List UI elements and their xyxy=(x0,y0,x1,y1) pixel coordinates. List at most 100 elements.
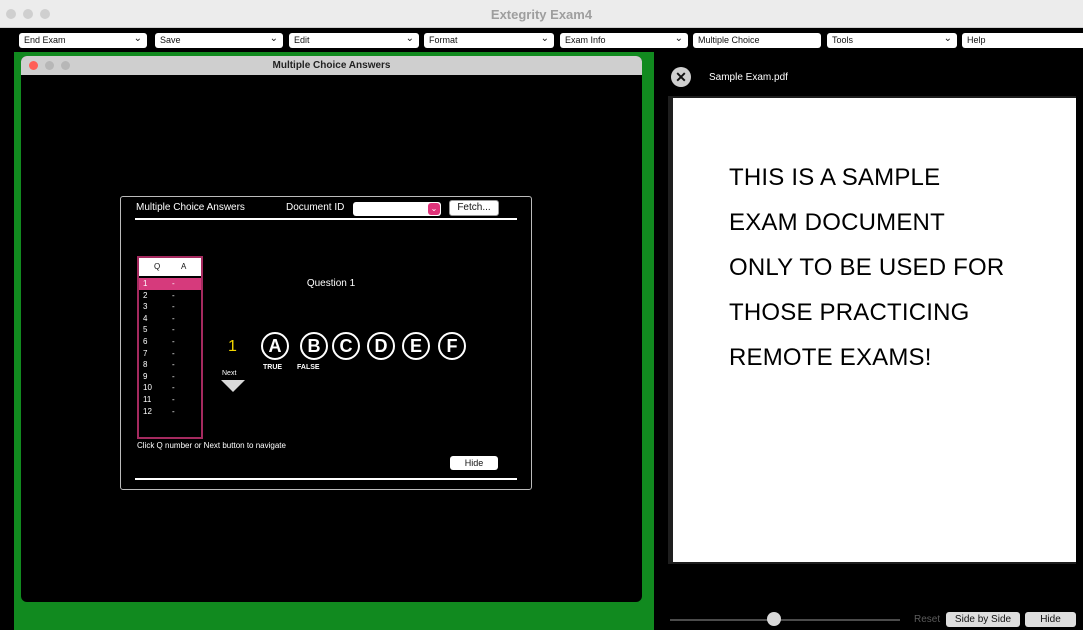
question-number-cell: 5 xyxy=(143,325,148,335)
answer-cell: - xyxy=(172,395,175,404)
qa-list-item[interactable]: 6- xyxy=(139,336,201,348)
chevron-down-icon: ⌄ xyxy=(540,33,549,44)
a-column-header: A xyxy=(181,262,187,271)
mc-answers-dialog: Multiple Choice Answers Document ID ⌄ Fe… xyxy=(120,196,532,490)
pdf-text-line: EXAM DOCUMENT xyxy=(729,209,945,236)
qa-list-item[interactable]: 11 - xyxy=(139,394,201,406)
question-answer-list[interactable]: Q A 1-2-3-4-5-6-7-8-9-10-11-12- xyxy=(137,256,203,439)
next-label: Next xyxy=(222,370,237,377)
multiple-choice-window: Multiple Choice Answers Multiple Choice … xyxy=(21,56,642,602)
qa-list-item[interactable]: 10 - xyxy=(139,382,201,394)
choice-b-sublabel: FALSE xyxy=(297,364,320,371)
app-titlebar: Extegrity Exam4 xyxy=(0,0,1083,28)
chevron-down-icon: ⌄ xyxy=(133,33,142,44)
next-arrow-button[interactable] xyxy=(221,380,245,392)
pdf-page: THIS IS A SAMPLE EXAM DOCUMENT ONLY TO B… xyxy=(673,98,1076,562)
qa-list-item[interactable]: 12 - xyxy=(139,406,201,418)
choice-a-button[interactable]: A xyxy=(261,332,289,360)
qa-list-header: Q A xyxy=(139,258,201,276)
q-column-header: Q xyxy=(154,262,161,271)
answer-cell: - xyxy=(172,325,175,335)
reset-button[interactable]: Reset xyxy=(914,614,940,625)
answer-cell: - xyxy=(172,290,175,300)
toolbar: End Exam ⌄ Save ⌄ Edit ⌄ Format ⌄ Exam I… xyxy=(0,28,1083,50)
pdf-text-line: REMOTE EXAMS! xyxy=(729,344,932,371)
chevron-down-icon: ⌄ xyxy=(943,33,952,44)
question-number-cell: 12 xyxy=(143,406,152,416)
qa-list-item[interactable]: 1- xyxy=(139,278,201,290)
dialog-heading: Multiple Choice Answers xyxy=(136,202,245,213)
fetch-button[interactable]: Fetch... xyxy=(449,200,499,216)
choice-c-button[interactable]: C xyxy=(332,332,360,360)
chevron-down-icon: ⌄ xyxy=(405,33,414,44)
exam-info-label: Exam Info xyxy=(565,35,606,45)
qa-list-item[interactable]: 7- xyxy=(139,348,201,360)
question-number-cell: 4 xyxy=(143,313,148,323)
app-title: Extegrity Exam4 xyxy=(490,7,593,22)
tools-menu[interactable]: Tools ⌄ xyxy=(827,33,957,48)
help-button[interactable]: Help xyxy=(962,33,1083,48)
document-id-select[interactable]: ⌄ xyxy=(353,202,441,216)
bottom-divider xyxy=(135,478,517,480)
qa-list-item[interactable]: 3- xyxy=(139,301,201,313)
save-label: Save xyxy=(160,35,181,45)
answer-cell: - xyxy=(172,348,175,358)
side-by-side-button[interactable]: Side by Side xyxy=(946,612,1020,627)
document-id-label: Document ID xyxy=(286,202,345,213)
choice-a-sublabel: TRUE xyxy=(263,364,283,371)
question-number-cell: 1 xyxy=(143,279,148,288)
navigation-hint: Click Q number or Next button to navigat… xyxy=(137,441,286,450)
question-number-cell: 11 xyxy=(143,395,152,404)
pdf-text-line: THOSE PRACTICING xyxy=(729,299,970,326)
format-label: Format xyxy=(429,35,458,45)
qa-list-item[interactable]: 5- xyxy=(139,324,201,336)
choice-b-button[interactable]: B xyxy=(300,332,328,360)
answer-cell: - xyxy=(172,371,175,381)
question-number-cell: 8 xyxy=(143,360,148,370)
question-number: 1 xyxy=(228,338,237,355)
answer-cell: - xyxy=(172,279,175,288)
answer-cell: - xyxy=(172,337,175,346)
answer-cell: - xyxy=(172,360,175,370)
edit-menu[interactable]: Edit ⌄ xyxy=(289,33,419,48)
pdf-page-text: THIS IS A SAMPLE EXAM DOCUMENT ONLY TO B… xyxy=(729,155,1069,380)
help-label: Help xyxy=(967,35,986,45)
question-number-cell: 3 xyxy=(143,302,148,312)
chevron-down-icon: ⌄ xyxy=(674,33,683,44)
pdf-text-line: THIS IS A SAMPLE xyxy=(729,164,941,191)
question-number-cell: 7 xyxy=(143,348,148,358)
answer-cell: - xyxy=(172,302,175,312)
pdf-hide-button[interactable]: Hide xyxy=(1025,612,1076,627)
end-exam-label: End Exam xyxy=(24,35,66,45)
pdf-file-name: Sample Exam.pdf xyxy=(709,72,788,83)
qa-list-item[interactable]: 2- xyxy=(139,290,201,302)
qa-list-item[interactable]: 8- xyxy=(139,359,201,371)
multiple-choice-button[interactable]: Multiple Choice xyxy=(693,33,821,48)
end-exam-menu[interactable]: End Exam ⌄ xyxy=(19,33,147,48)
multiple-choice-label: Multiple Choice xyxy=(698,35,760,45)
answer-cell: - xyxy=(172,313,175,323)
choice-d-button[interactable]: D xyxy=(367,332,395,360)
dialog-hide-button[interactable]: Hide xyxy=(450,456,498,470)
qa-list-item[interactable]: 9- xyxy=(139,371,201,383)
qa-list-item[interactable]: 4- xyxy=(139,313,201,325)
question-number-cell: 9 xyxy=(143,371,148,381)
zoom-slider-track[interactable] xyxy=(670,619,900,621)
answer-cell: - xyxy=(172,406,175,416)
edit-label: Edit xyxy=(294,35,310,45)
question-number-cell: 2 xyxy=(143,290,148,300)
pdf-text-line: ONLY TO BE USED FOR xyxy=(729,254,1005,281)
question-label: Question 1 xyxy=(306,278,356,289)
save-menu[interactable]: Save ⌄ xyxy=(155,33,283,48)
chevron-down-icon: ⌄ xyxy=(269,33,278,44)
tools-label: Tools xyxy=(832,35,854,45)
chevron-down-icon: ⌄ xyxy=(428,203,440,215)
exam-info-menu[interactable]: Exam Info ⌄ xyxy=(560,33,688,48)
choice-f-button[interactable]: F xyxy=(438,332,466,360)
format-menu[interactable]: Format ⌄ xyxy=(424,33,554,48)
question-number-cell: 10 xyxy=(143,383,152,393)
zoom-slider-thumb[interactable] xyxy=(766,612,781,626)
choice-e-button[interactable]: E xyxy=(402,332,430,360)
mc-window-titlebar: Multiple Choice Answers xyxy=(21,56,642,75)
close-icon[interactable]: ✕ xyxy=(671,67,691,87)
